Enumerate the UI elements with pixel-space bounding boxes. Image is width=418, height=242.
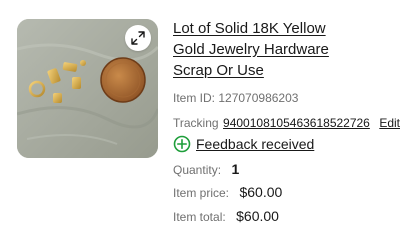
tracking-label: Tracking: [173, 116, 219, 130]
tracking-row: Tracking 9400108105463618522726 Edit: [173, 114, 400, 132]
item-title-link[interactable]: Lot of Solid 18K Yellow Gold Jewelry Har…: [173, 18, 343, 81]
item-total-row: Item total: $60.00: [173, 208, 279, 226]
item-price-value: $60.00: [239, 184, 283, 200]
quantity-value: 1: [231, 161, 240, 177]
item-price-row: Item price: $60.00: [173, 184, 282, 202]
order-details: Lot of Solid 18K Yellow Gold Jewelry Har…: [173, 18, 413, 224]
plus-circle-icon: [173, 135, 191, 153]
item-id-row: Item ID: 127070986203: [173, 91, 298, 105]
tracking-number-link[interactable]: 9400108105463618522726: [223, 116, 370, 130]
feedback-received-link[interactable]: Feedback received: [196, 136, 314, 152]
item-price-label: Item price:: [173, 186, 230, 200]
item-id-value: 127070986203: [218, 91, 299, 105]
expand-icon: [131, 31, 145, 45]
item-total-value: $60.00: [236, 208, 279, 224]
item-id-label: Item ID:: [173, 91, 216, 105]
feedback-row: Feedback received: [173, 135, 314, 153]
quantity-row: Quantity: 1: [173, 161, 239, 179]
item-image[interactable]: [17, 19, 158, 158]
quantity-label: Quantity:: [173, 163, 222, 177]
item-total-label: Item total:: [173, 210, 226, 224]
tracking-edit-link[interactable]: Edit: [379, 116, 400, 130]
expand-image-button[interactable]: [125, 25, 151, 51]
